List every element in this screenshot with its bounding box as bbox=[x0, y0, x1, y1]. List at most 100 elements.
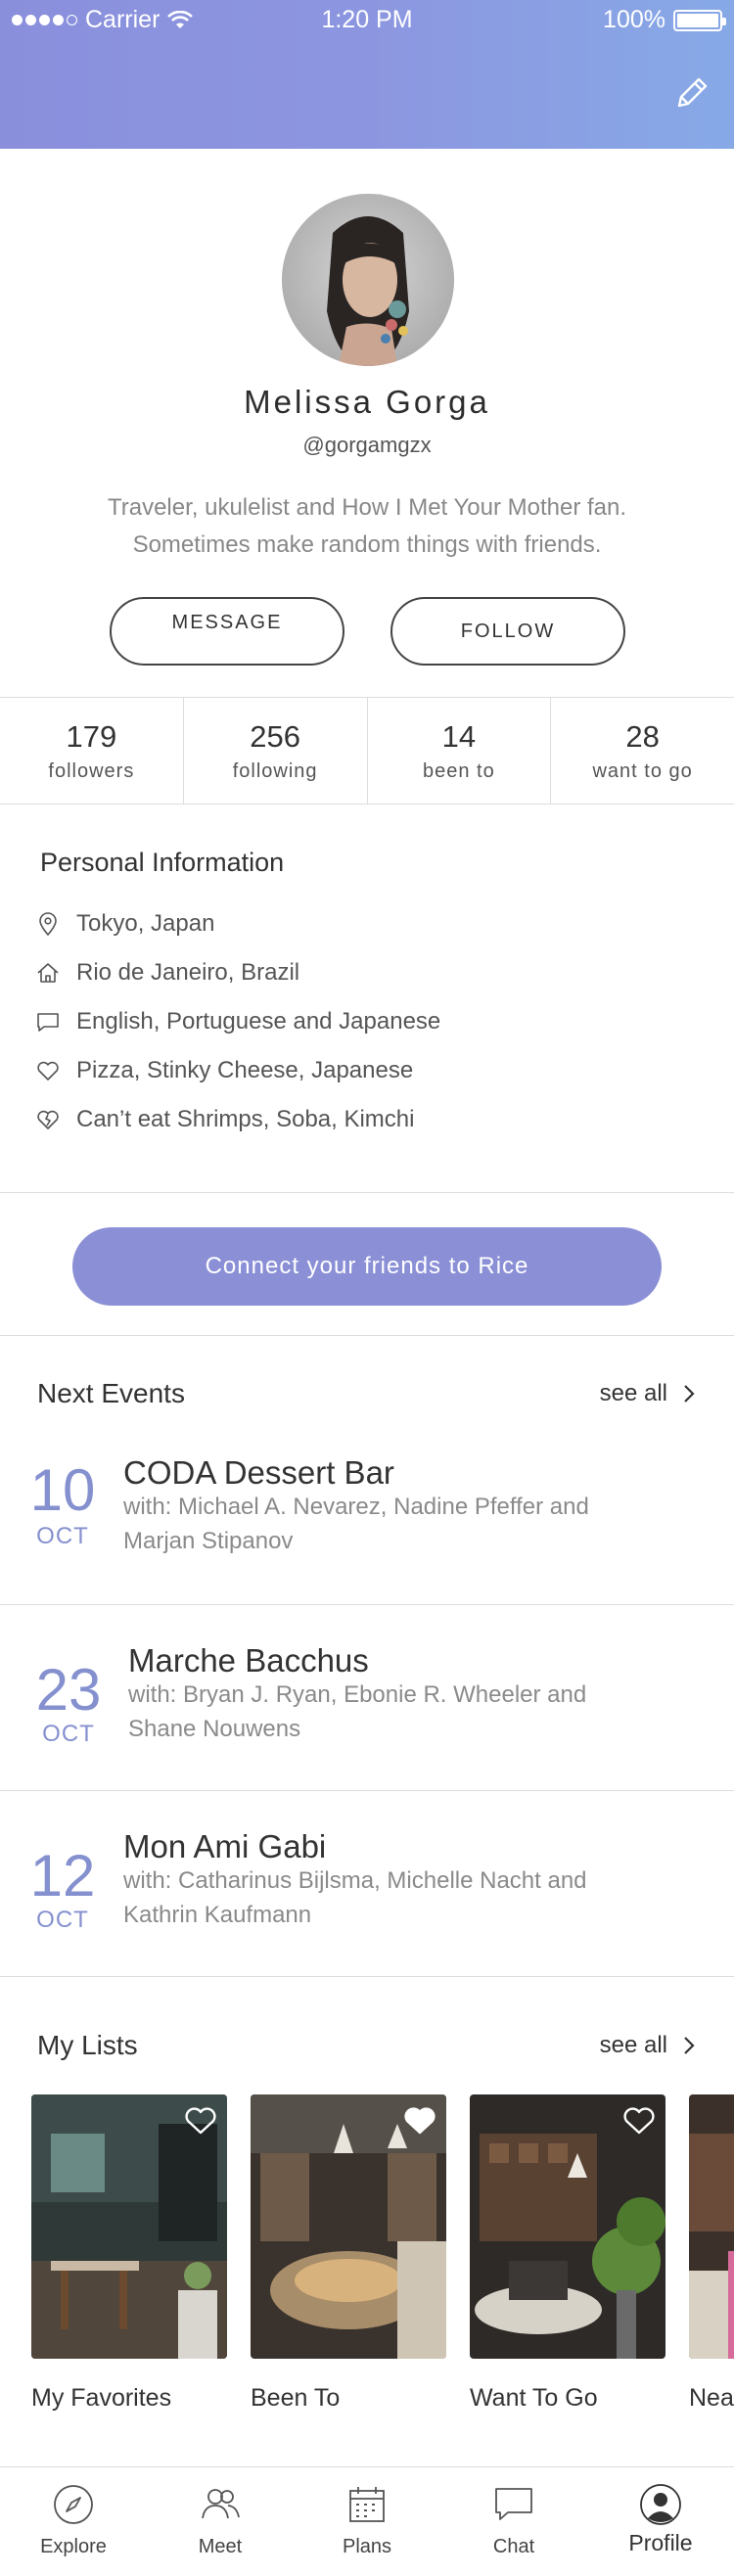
heart-icon[interactable] bbox=[403, 2106, 436, 2136]
profile-icon bbox=[640, 2484, 681, 2525]
location-pin-icon bbox=[39, 912, 57, 937]
broken-heart-icon bbox=[37, 1110, 59, 1129]
stat-label: want to go bbox=[592, 760, 693, 782]
profile-name: Melissa Gorga bbox=[244, 384, 490, 420]
avatar bbox=[282, 194, 454, 366]
event-with: with: Bryan J. Ryan, Ebonie R. Wheeler a… bbox=[128, 1681, 587, 1742]
stats-bar: 179 followers 256 following 14 been to 2… bbox=[0, 697, 734, 805]
compass-icon bbox=[54, 2485, 93, 2524]
profile-header: Carrier 1:20 PM 100% bbox=[0, 0, 734, 149]
chat-icon bbox=[495, 2488, 532, 2520]
divider bbox=[0, 1335, 734, 1336]
my-lists-carousel[interactable]: My Favorites Been To Want To Go Nea bbox=[0, 2094, 734, 2417]
info-item-home: Rio de Janeiro, Brazil bbox=[0, 948, 734, 997]
tab-label: Chat bbox=[492, 2536, 535, 2557]
tab-chat[interactable]: Chat bbox=[440, 2467, 587, 2576]
event-day: 23 bbox=[35, 1657, 102, 1723]
heart-icon[interactable] bbox=[184, 2106, 217, 2136]
chevron-right-icon bbox=[684, 1385, 695, 1403]
list-card-name: Want To Go bbox=[470, 2384, 598, 2412]
my-lists-header: My Lists see all bbox=[0, 2030, 734, 2069]
event-month: OCT bbox=[42, 1721, 95, 1747]
divider bbox=[0, 1192, 734, 1193]
people-icon bbox=[202, 2489, 240, 2519]
tab-explore[interactable]: Explore bbox=[0, 2467, 147, 2576]
event-title: Mon Ami Gabi bbox=[123, 1828, 327, 1864]
info-item-location: Tokyo, Japan bbox=[0, 899, 734, 948]
list-card-been-to[interactable]: Been To bbox=[251, 2094, 446, 2413]
list-card-image bbox=[470, 2094, 665, 2359]
tab-bar: Explore Meet Plans Chat Profile bbox=[0, 2466, 734, 2576]
my-lists-see-all[interactable]: see all bbox=[600, 2032, 695, 2059]
tab-plans[interactable]: Plans bbox=[294, 2467, 440, 2576]
stat-label: been to bbox=[423, 760, 495, 782]
chat-bubble-icon bbox=[37, 1013, 59, 1032]
info-item-likes: Pizza, Stinky Cheese, Japanese bbox=[0, 1046, 734, 1095]
edit-pencil-icon[interactable] bbox=[671, 72, 712, 114]
tab-meet[interactable]: Meet bbox=[147, 2467, 294, 2576]
list-card-name: Been To bbox=[251, 2384, 341, 2412]
list-card-want-to-go[interactable]: Want To Go bbox=[470, 2094, 665, 2413]
event-day: 12 bbox=[29, 1843, 96, 1909]
info-text: Pizza, Stinky Cheese, Japanese bbox=[76, 1057, 414, 1083]
personal-info-title: Personal Information bbox=[40, 848, 285, 877]
stat-value: 14 bbox=[441, 719, 477, 754]
list-card-favorites[interactable]: My Favorites bbox=[31, 2094, 227, 2413]
info-text: English, Portuguese and Japanese bbox=[76, 1008, 441, 1035]
chevron-right-icon bbox=[684, 2037, 695, 2054]
event-month: OCT bbox=[36, 1907, 89, 1933]
event-item[interactable]: 12 OCT Mon Ami Gabi with: Catharinus Bij… bbox=[0, 1791, 734, 1977]
tab-label: Plans bbox=[342, 2536, 392, 2557]
event-day: 10 bbox=[29, 1457, 96, 1523]
stat-value: 28 bbox=[625, 719, 660, 754]
next-events-see-all[interactable]: see all bbox=[600, 1380, 695, 1407]
stat-want-to-go[interactable]: 28 want to go bbox=[551, 698, 734, 804]
info-item-dislikes: Can’t eat Shrimps, Soba, Kimchi bbox=[0, 1095, 734, 1144]
stat-value: 179 bbox=[66, 719, 117, 754]
status-right: 100% bbox=[603, 6, 726, 34]
event-title: CODA Dessert Bar bbox=[123, 1454, 394, 1491]
heart-icon[interactable] bbox=[622, 2106, 656, 2136]
next-events-header: Next Events see all bbox=[0, 1378, 734, 1417]
follow-button[interactable]: FOLLOW bbox=[390, 597, 625, 666]
stat-label: following bbox=[232, 760, 318, 782]
list-card-image bbox=[251, 2094, 446, 2359]
event-month: OCT bbox=[36, 1523, 89, 1549]
message-button[interactable]: MESSAGE bbox=[110, 597, 344, 666]
list-card-image bbox=[31, 2094, 227, 2359]
battery-percent: 100% bbox=[603, 6, 665, 33]
event-with: with: Catharinus Bijlsma, Michelle Nacht… bbox=[123, 1867, 587, 1928]
profile-handle: @gorgamgzx bbox=[302, 433, 432, 457]
calendar-icon bbox=[349, 2487, 385, 2522]
list-card-near[interactable]: Near bbox=[689, 2094, 734, 2413]
connect-friends-button[interactable]: Connect your friends to Rice bbox=[72, 1227, 662, 1306]
event-with: with: Michael A. Nevarez, Nadine Pfeffer… bbox=[123, 1494, 589, 1554]
list-card-name: Near bbox=[689, 2384, 734, 2412]
status-bar: Carrier 1:20 PM 100% bbox=[0, 4, 734, 39]
heart-outline-icon bbox=[37, 1061, 59, 1081]
home-icon bbox=[37, 963, 59, 983]
list-card-image bbox=[689, 2094, 734, 2359]
stat-followers[interactable]: 179 followers bbox=[0, 698, 184, 804]
battery-icon bbox=[673, 9, 726, 31]
see-all-label: see all bbox=[599, 1380, 667, 1406]
tab-profile[interactable]: Profile bbox=[587, 2467, 734, 2576]
profile-bio: Traveler, ukulelist and How I Met Your M… bbox=[107, 494, 627, 558]
next-events-title: Next Events bbox=[37, 1378, 185, 1408]
info-text: Tokyo, Japan bbox=[76, 910, 215, 937]
event-item[interactable]: 23 OCT Marche Bacchus with: Bryan J. Rya… bbox=[0, 1605, 734, 1791]
my-lists-title: My Lists bbox=[37, 2030, 138, 2060]
stat-label: followers bbox=[48, 760, 135, 782]
see-all-label: see all bbox=[599, 2032, 667, 2058]
tab-label: Profile bbox=[628, 2530, 693, 2555]
info-text: Can’t eat Shrimps, Soba, Kimchi bbox=[76, 1106, 415, 1132]
event-item[interactable]: 10 OCT CODA Dessert Bar with: Michael A.… bbox=[0, 1419, 734, 1605]
info-text: Rio de Janeiro, Brazil bbox=[76, 959, 300, 986]
stat-following[interactable]: 256 following bbox=[184, 698, 368, 804]
event-title: Marche Bacchus bbox=[128, 1642, 369, 1679]
stat-been-to[interactable]: 14 been to bbox=[368, 698, 552, 804]
personal-info-section: Personal Information Tokyo, Japan Rio de… bbox=[0, 848, 734, 1144]
info-item-languages: English, Portuguese and Japanese bbox=[0, 997, 734, 1046]
stat-value: 256 bbox=[250, 719, 300, 754]
tab-label: Explore bbox=[40, 2536, 107, 2557]
